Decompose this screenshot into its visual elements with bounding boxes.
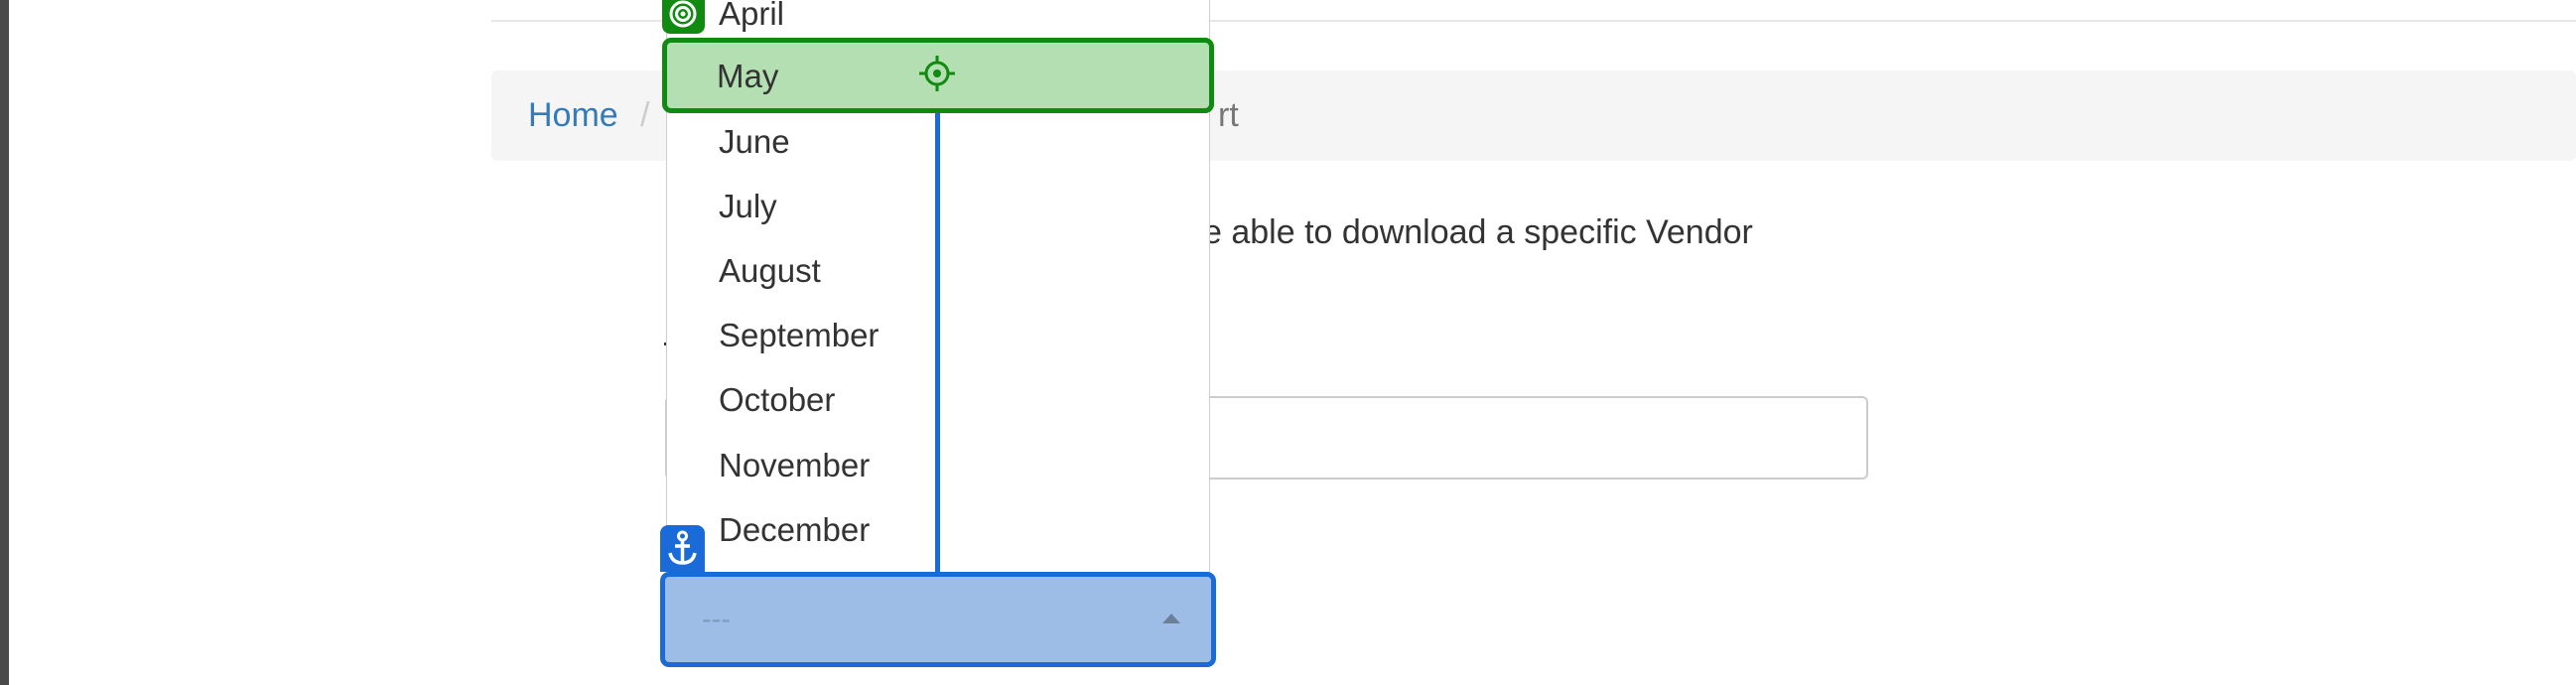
option-december[interactable]: December xyxy=(719,511,870,549)
page-description: e able to download a specific Vendor xyxy=(1203,213,1753,251)
month-select[interactable]: --- xyxy=(660,572,1216,667)
breadcrumb-current: rt xyxy=(1218,96,1239,134)
crosshair-icon xyxy=(919,56,955,91)
option-july[interactable]: July xyxy=(719,188,777,225)
option-august[interactable]: August xyxy=(719,252,821,290)
option-october[interactable]: October xyxy=(719,381,835,419)
breadcrumb-home-link[interactable]: Home xyxy=(528,96,618,135)
anchor-icon xyxy=(668,530,697,565)
option-june[interactable]: June xyxy=(719,123,790,161)
anchor-badge xyxy=(660,525,705,572)
option-september[interactable]: September xyxy=(719,317,879,354)
window-left-border xyxy=(0,0,9,685)
option-may[interactable]: May xyxy=(717,58,778,95)
month-select-value: --- xyxy=(702,604,731,635)
caret-up-icon xyxy=(1162,614,1180,623)
breadcrumb-separator: / xyxy=(640,96,650,134)
option-april[interactable]: April xyxy=(719,0,784,33)
option-november[interactable]: November xyxy=(719,447,870,484)
target-icon xyxy=(669,0,697,28)
anchor-connector-line xyxy=(935,107,940,576)
target-badge xyxy=(662,0,705,34)
